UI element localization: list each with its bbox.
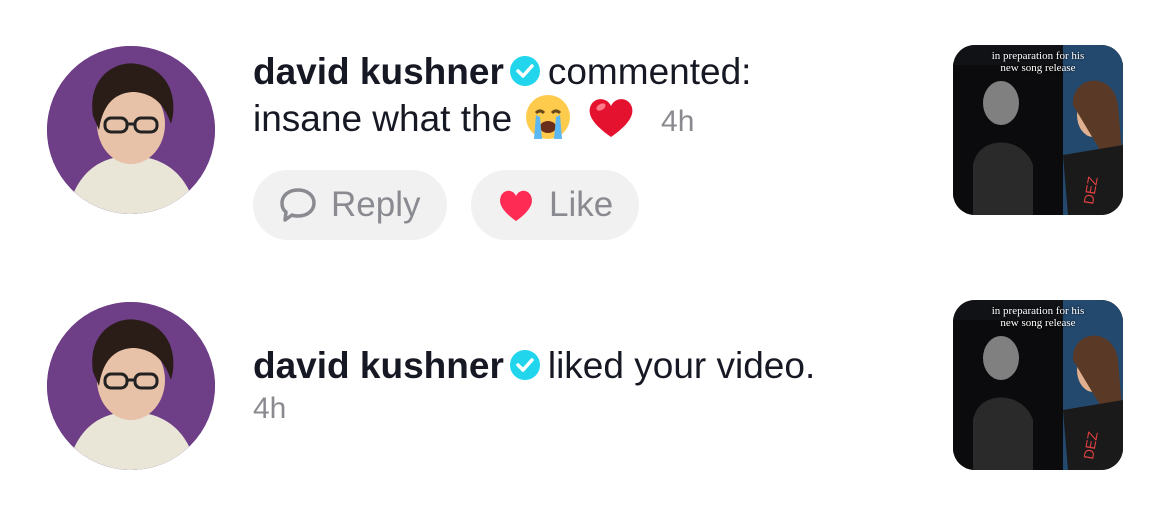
- verified-badge-icon: [509, 56, 540, 87]
- action-text: commented:: [547, 51, 752, 92]
- loudly-crying-face-emoji-icon: [522, 91, 574, 143]
- speech-bubble-icon: [277, 184, 319, 226]
- verified-badge-icon: [509, 350, 540, 381]
- avatar[interactable]: [47, 302, 215, 470]
- like-button[interactable]: Like: [471, 170, 639, 240]
- thumbnail-caption: in preparation for his new song release: [991, 50, 1085, 74]
- reply-button[interactable]: Reply: [253, 170, 447, 240]
- notification-text: david kushner liked your video.: [253, 342, 815, 389]
- video-thumbnail[interactable]: DEZ in preparation for his new song rele…: [953, 45, 1123, 215]
- comment-text: insane what the: [253, 98, 513, 139]
- video-thumbnail[interactable]: DEZ in preparation for his new song rele…: [953, 300, 1123, 470]
- avatar[interactable]: [47, 46, 215, 214]
- timestamp: 4h: [661, 105, 695, 138]
- thumbnail-caption: in preparation for his new song release: [991, 305, 1085, 329]
- username[interactable]: david kushner: [253, 51, 504, 92]
- notification-comment[interactable]: david kushner commented: insane what the …: [0, 0, 1170, 260]
- timestamp: 4h: [253, 392, 287, 425]
- username[interactable]: david kushner: [253, 345, 504, 386]
- like-label: Like: [549, 185, 614, 224]
- reply-label: Reply: [331, 185, 421, 224]
- heart-icon: [495, 184, 537, 226]
- notification-like[interactable]: david kushner liked your video. 4h DEZ in…: [0, 260, 1170, 509]
- red-heart-emoji-icon: [585, 91, 637, 143]
- action-text: liked your video.: [547, 345, 816, 386]
- notification-text: david kushner commented: insane what the …: [253, 48, 751, 147]
